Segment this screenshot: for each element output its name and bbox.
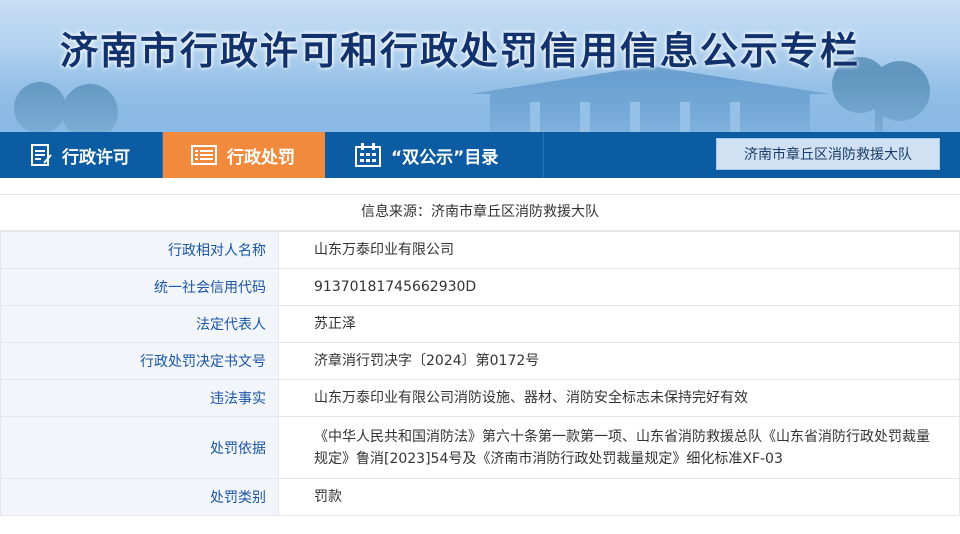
agency-button[interactable]: 济南市章丘区消防救援大队 [716,138,940,170]
row-value: 山东万泰印业有限公司消防设施、器材、消防安全标志未保持完好有效 [278,379,960,417]
row-value: 苏正泽 [278,305,960,343]
row-value: 《中华人民共和国消防法》第六十条第一款第一项、山东省消防救援总队《山东省消防行政… [278,416,960,479]
row-value: 济章消行罚决字〔2024〕第0172号 [278,342,960,380]
nav-tab-xingzheng-chufa[interactable]: 行政处罚 [163,132,325,178]
row-key: 处罚依据 [0,416,279,479]
calendar-icon [355,143,381,167]
row-key: 处罚类别 [0,478,279,516]
table-row: 处罚依据 《中华人民共和国消防法》第六十条第一款第一项、山东省消防救援总队《山东… [0,416,960,479]
page-title: 济南市行政许可和行政处罚信用信息公示专栏 [60,29,861,73]
table-row: 违法事实 山东万泰印业有限公司消防设施、器材、消防安全标志未保持完好有效 [0,379,960,417]
table-row: 行政相对人名称 山东万泰印业有限公司 [0,231,960,269]
row-value: 罚款 [278,478,960,516]
banner-haze [0,72,960,132]
nav-tab-label: 行政许可 [62,147,130,168]
row-key: 违法事实 [0,379,279,417]
table-row: 行政处罚决定书文号 济章消行罚决字〔2024〕第0172号 [0,342,960,380]
row-key: 法定代表人 [0,305,279,343]
row-value: 91370181745662930D [278,268,960,306]
nav-tab-xingzheng-xuke[interactable]: 行政许可 [0,132,163,178]
detail-panel: 信息来源：济南市章丘区消防救援大队 行政相对人名称 山东万泰印业有限公司 统一社… [0,194,960,534]
row-key: 统一社会信用代码 [0,268,279,306]
table-row: 处罚类别 罚款 [0,478,960,516]
row-value: 山东万泰印业有限公司 [278,231,960,269]
row-key: 行政相对人名称 [0,231,279,269]
nav-tab-label: 行政处罚 [227,147,295,168]
list-icon [191,145,217,165]
header-banner: 济南市行政许可和行政处罚信用信息公示专栏 [0,0,960,132]
nav-tab-label: “双公示”目录 [391,147,499,168]
table-row: 法定代表人 苏正泽 [0,305,960,343]
info-source: 信息来源：济南市章丘区消防救援大队 [0,195,960,231]
detail-table: 行政相对人名称 山东万泰印业有限公司 统一社会信用代码 913701817456… [0,231,960,516]
table-row: 统一社会信用代码 91370181745662930D [0,268,960,306]
row-key: 行政处罚决定书文号 [0,342,279,380]
document-icon [31,144,52,166]
nav-tab-shuang-gongshi[interactable]: “双公示”目录 [325,132,544,178]
